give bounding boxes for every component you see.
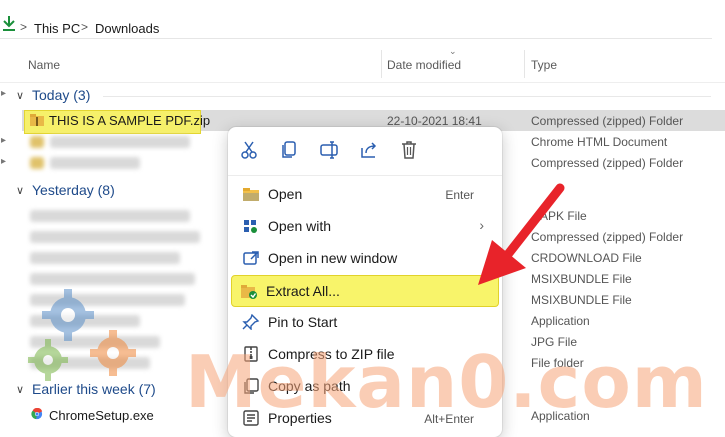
file-date: 22-10-2021 18:41 (387, 114, 482, 128)
menu-item-open-with[interactable]: Open with › (234, 211, 496, 241)
nav-arrow-icon: ▸ (1, 156, 7, 167)
group-title: Today (3) (32, 87, 91, 103)
file-icon-blurred (30, 136, 44, 148)
menu-item-open[interactable]: Open Enter (234, 179, 496, 209)
file-type: Chrome HTML Document (531, 135, 668, 149)
menu-divider (228, 175, 502, 176)
column-divider[interactable] (524, 50, 525, 78)
application-icon (31, 408, 43, 420)
group-title: Yesterday (8) (32, 182, 115, 198)
file-name: THIS IS A SAMPLE PDF.zip (49, 113, 211, 128)
group-divider (103, 96, 711, 97)
zip-folder-icon (30, 114, 44, 126)
column-name[interactable]: Name (28, 58, 60, 72)
watermark-gears-icon (28, 289, 136, 381)
scrollbar[interactable] (714, 44, 724, 432)
context-toolbar (228, 127, 502, 171)
file-name: ChromeSetup.exe (49, 408, 154, 423)
annotation-arrow-icon (478, 183, 565, 285)
address-bar: > This PC > Downloads (0, 0, 725, 44)
file-type: Compressed (zipped) Folder (531, 156, 684, 170)
rename-icon[interactable] (318, 139, 340, 161)
column-type[interactable]: Type (531, 58, 557, 72)
menu-item-label: Extract All... (266, 283, 340, 299)
file-name-blurred (30, 252, 180, 264)
group-today[interactable]: ∨ Today (3) (0, 86, 725, 106)
file-icon-blurred (30, 157, 44, 169)
menu-item-label: Open in new window (268, 250, 398, 266)
new-window-icon (243, 251, 259, 265)
column-date-modified[interactable]: Date modified (387, 58, 461, 72)
nav-arrow-icon: ▸ (1, 88, 7, 99)
file-type: MSIXBUNDLE File (531, 293, 632, 307)
folder-icon (243, 188, 259, 201)
breadcrumb-downloads[interactable]: Downloads (95, 21, 159, 36)
watermark-text: Mekan0.com (185, 340, 708, 424)
cut-icon[interactable] (238, 139, 260, 161)
column-divider[interactable] (381, 50, 382, 78)
share-icon[interactable] (358, 139, 380, 161)
column-header: Name ⌄ Date modified Type (0, 44, 725, 83)
address-field[interactable]: > This PC > Downloads (0, 6, 712, 39)
file-type: Application (531, 314, 590, 328)
nav-arrow-icon: ▸ (1, 135, 7, 146)
chevron-down-icon: ∨ (16, 185, 25, 197)
file-name-blurred (30, 231, 200, 243)
download-arrow-icon (3, 16, 15, 31)
breadcrumb-separator: > (20, 20, 28, 34)
menu-item-open-in-new-window[interactable]: Open in new window (234, 243, 496, 273)
chevron-down-icon: ∨ (16, 90, 25, 102)
menu-item-pin-to-start[interactable]: Pin to Start (234, 307, 496, 337)
menu-item-label: Pin to Start (268, 314, 338, 330)
breadcrumb-this-pc[interactable]: This PC (34, 21, 80, 36)
extract-icon (241, 285, 257, 299)
open-with-icon (244, 220, 257, 233)
menu-item-extract-all[interactable]: Extract All... (231, 275, 499, 307)
delete-icon[interactable] (398, 139, 420, 161)
copy-icon[interactable] (278, 139, 300, 161)
file-type: Compressed (zipped) Folder (531, 114, 684, 128)
menu-item-label: Open (268, 186, 303, 202)
pin-icon (242, 314, 260, 330)
menu-item-label: Open with (268, 218, 332, 234)
file-name-blurred (50, 136, 190, 148)
sort-caret-icon: ⌄ (449, 46, 457, 56)
file-name-blurred (50, 157, 140, 169)
file-name-blurred (30, 210, 190, 222)
breadcrumb-separator: > (81, 20, 89, 34)
